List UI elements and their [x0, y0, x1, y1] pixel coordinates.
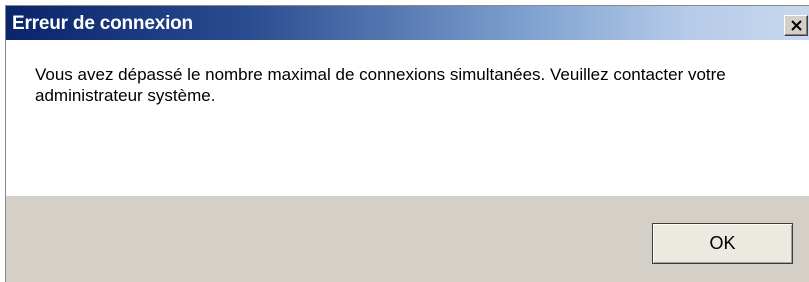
dialog-titlebar[interactable]: Erreur de connexion — [6, 6, 809, 40]
close-button[interactable] — [784, 15, 808, 36]
ok-button[interactable]: OK — [652, 223, 793, 264]
close-icon — [791, 20, 802, 31]
error-message: Vous avez dépassé le nombre maximal de c… — [35, 65, 726, 105]
error-dialog: Erreur de connexion Vous avez dépassé le… — [5, 5, 809, 282]
dialog-title: Erreur de connexion — [12, 13, 193, 34]
dialog-footer: OK — [6, 196, 809, 282]
